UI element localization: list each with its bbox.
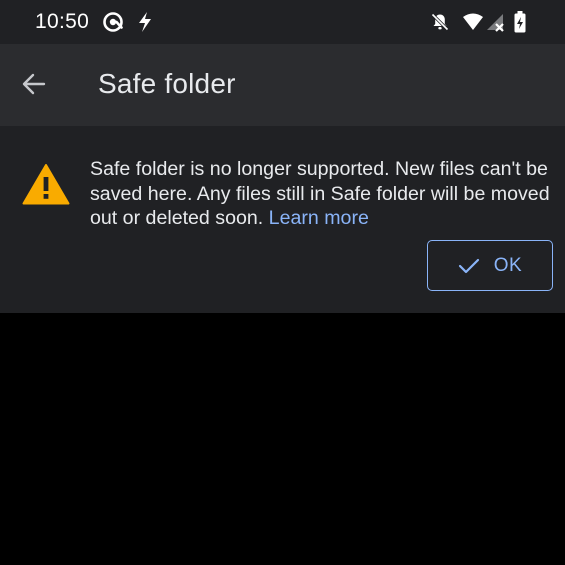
cellular-no-signal-icon — [487, 14, 504, 32]
back-button[interactable] — [14, 64, 54, 104]
status-bar: 10:50 — [0, 0, 565, 44]
check-icon — [458, 258, 480, 274]
battery-charging-icon — [514, 11, 526, 33]
status-time: 10:50 — [35, 10, 90, 33]
at-sign-icon — [103, 12, 123, 32]
learn-more-link[interactable]: Learn more — [269, 207, 369, 229]
banner-message-block: Safe folder is no longer supported. New … — [90, 157, 550, 231]
content-area — [0, 313, 565, 565]
wifi-icon — [463, 13, 483, 30]
warning-icon — [22, 164, 70, 205]
ok-label: OK — [493, 254, 523, 276]
app-bar: Safe folder — [0, 44, 565, 126]
flash-icon — [139, 12, 151, 32]
page-title: Safe folder — [98, 68, 236, 99]
arrow-back-icon — [22, 73, 46, 95]
notifications-off-icon — [431, 13, 449, 31]
unsupported-banner: Safe folder is no longer supported. New … — [0, 126, 565, 313]
ok-button[interactable]: OK — [427, 240, 553, 291]
screen: 10:50 Safe folder Safe folder is no long… — [0, 0, 565, 565]
